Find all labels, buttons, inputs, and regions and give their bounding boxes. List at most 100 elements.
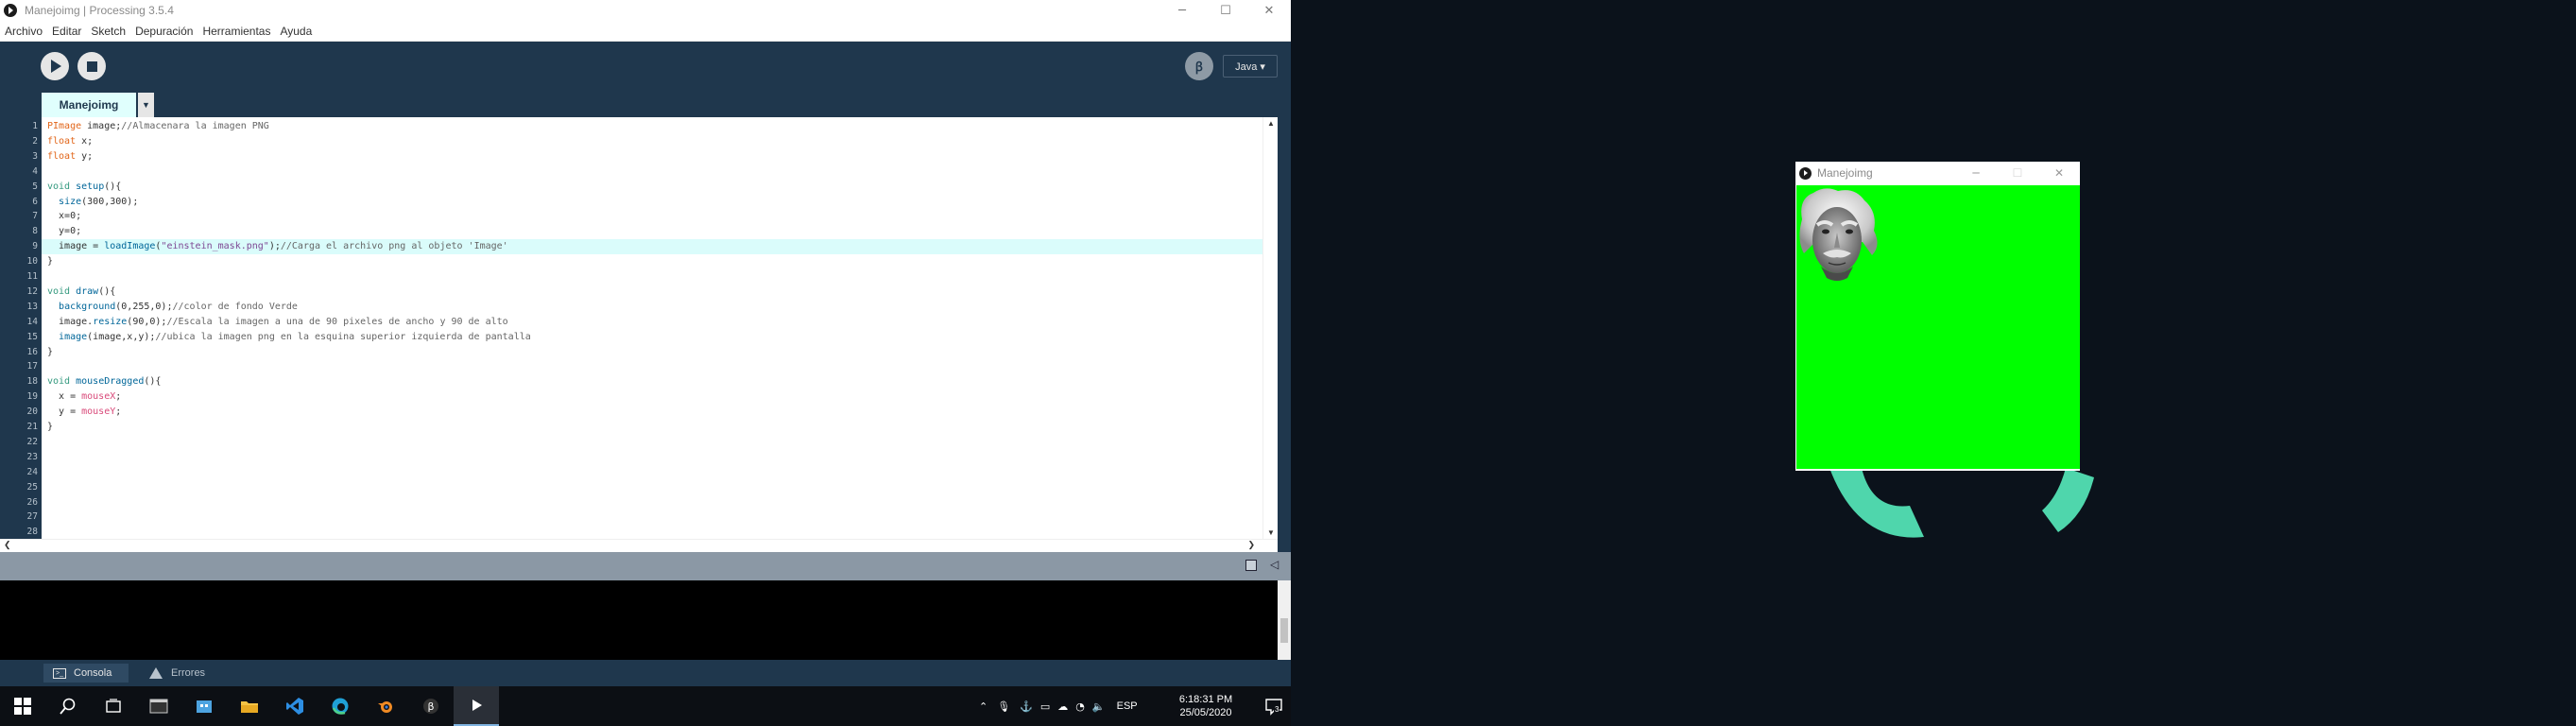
scroll-up-icon[interactable]: ▲ (1267, 119, 1275, 128)
taskbar-file-explorer[interactable] (227, 686, 272, 726)
cloud-icon[interactable]: ☁ (1057, 700, 1068, 713)
code-line[interactable]: x=0; (42, 209, 1262, 224)
scroll-right-icon[interactable]: ❯ (1247, 540, 1255, 550)
code-line[interactable] (42, 525, 1262, 540)
maximize-button[interactable]: ☐ (1204, 0, 1247, 21)
code-line[interactable]: size(300,300); (42, 195, 1262, 210)
code-line[interactable]: y = mouseY; (42, 405, 1262, 420)
taskbar-blender[interactable] (363, 686, 408, 726)
code-line[interactable] (42, 269, 1262, 285)
code-line[interactable]: void mouseDragged(){ (42, 374, 1262, 389)
code-token: //Escala la imagen a una de 90 pixeles d… (166, 316, 508, 327)
debugger-icon: ꞵ (1194, 60, 1204, 74)
menu-archivo[interactable]: Archivo (4, 25, 43, 38)
code-line[interactable] (42, 164, 1262, 180)
start-button[interactable] (0, 686, 45, 726)
code-line[interactable] (42, 435, 1262, 450)
collapse-icon[interactable]: ◁ (1270, 558, 1279, 571)
menu-herramientas[interactable]: Herramientas (201, 25, 271, 38)
console-divider[interactable]: ◁ (0, 552, 1291, 580)
code-line[interactable]: PImage image;//Almacenara la imagen PNG (42, 119, 1262, 134)
debug-button[interactable]: ꞵ (1185, 52, 1213, 80)
code-line[interactable]: } (42, 345, 1262, 360)
code-editor[interactable]: 1 2 3 4 5 6 7 8 9 10 11 12 13 14 15 16 17 18 19 20 21 22 23 24 2… (0, 117, 1291, 552)
code-line[interactable]: float y; (42, 149, 1262, 164)
code-line[interactable]: void draw(){ (42, 285, 1262, 300)
sketch-canvas[interactable] (1796, 185, 2080, 469)
code-line[interactable]: } (42, 254, 1262, 269)
sketch-titlebar: Manejoimg ─ ☐ ✕ (1795, 162, 2080, 184)
menu-ayuda[interactable]: Ayuda (279, 25, 313, 38)
code-token: background (59, 301, 116, 312)
tab-consola[interactable]: >_ Consola (43, 664, 129, 683)
taskbar-edge[interactable] (318, 686, 363, 726)
tab-manejoimg[interactable]: Manejoimg (42, 93, 136, 117)
taskbar-processing-debug[interactable]: β (408, 686, 454, 726)
code-line[interactable]: background(0,255,0);//color de fondo Ver… (42, 300, 1262, 315)
scroll-left-icon[interactable]: ❮ (4, 540, 11, 550)
editor-vertical-scrollbar[interactable]: ▲ ▼ (1262, 117, 1278, 539)
taskbar-store[interactable] (181, 686, 227, 726)
task-view-button[interactable] (91, 686, 136, 726)
wifi-icon[interactable]: ◔ (1075, 700, 1085, 713)
code-line[interactable]: void setup(){ (42, 180, 1262, 195)
mode-selector[interactable]: Java ▾ (1223, 55, 1278, 78)
code-line[interactable] (42, 465, 1262, 480)
code-line[interactable]: image.resize(90,0);//Escala la imagen a … (42, 315, 1262, 330)
code-line[interactable] (42, 450, 1262, 465)
line-number: 23 (26, 451, 38, 462)
scroll-down-icon[interactable]: ▼ (1267, 528, 1275, 537)
taskbar-terminal[interactable] (136, 686, 181, 726)
code-line[interactable]: x = mouseX; (42, 389, 1262, 405)
code-line[interactable] (42, 495, 1262, 510)
tray-chevron-icon[interactable]: ⌃ (979, 700, 987, 713)
menu-depuracion[interactable]: Depuración (134, 25, 194, 38)
stop-button[interactable] (77, 52, 106, 80)
network-activity-icon[interactable]: ⚓ (1020, 700, 1033, 713)
sketch-window-title: Manejoimg (1817, 166, 1873, 180)
tab-errores[interactable]: Errores (149, 664, 205, 683)
code-line[interactable]: float x; (42, 134, 1262, 149)
code-line[interactable] (42, 510, 1262, 525)
sketch-close-button[interactable]: ✕ (2038, 162, 2080, 184)
console-tab-bar: >_ Consola Errores (0, 660, 1291, 686)
editor-horizontal-scrollbar[interactable]: ❮ ❯ (0, 539, 1278, 552)
taskbar-clock[interactable]: 6:18:31 PM 25/05/2020 (1170, 693, 1242, 719)
battery-icon[interactable]: ▭ (1040, 700, 1050, 713)
stop-icon (86, 60, 97, 72)
tab-menu-button[interactable]: ▼ (138, 93, 154, 117)
taskbar-vscode[interactable] (272, 686, 318, 726)
language-indicator[interactable]: ESP (1117, 700, 1138, 712)
sketch-minimize-button[interactable]: ─ (1955, 162, 1997, 184)
code-token: mouseX (81, 391, 116, 403)
code-line[interactable]: image(image,x,y);//ubica la imagen png e… (42, 330, 1262, 345)
sketch-maximize-button[interactable]: ☐ (1997, 162, 2038, 184)
minimize-button[interactable]: ─ (1160, 0, 1204, 21)
window-titlebar: Manejoimg | Processing 3.5.4 ─ ☐ ✕ (0, 0, 1291, 21)
taskbar-processing[interactable] (454, 686, 499, 726)
code-line[interactable]: y=0; (42, 224, 1262, 239)
code-area[interactable]: PImage image;//Almacenara la imagen PNG f… (42, 117, 1262, 539)
copy-icon[interactable] (1245, 560, 1257, 571)
run-button[interactable] (41, 52, 69, 80)
search-button[interactable] (45, 686, 91, 726)
console-output (0, 580, 1291, 660)
microphone-icon[interactable]: 🎙 (997, 700, 1010, 713)
code-line[interactable] (42, 480, 1262, 495)
line-number: 1 (32, 121, 38, 131)
console-scrollbar[interactable] (1278, 580, 1291, 660)
close-button[interactable]: ✕ (1247, 0, 1291, 21)
einstein-face-image[interactable] (1796, 185, 1881, 289)
notification-center-button[interactable]: 3 (1264, 697, 1283, 716)
edge-icon (332, 698, 349, 715)
line-number: 9 (32, 241, 38, 252)
code-line[interactable]: } (42, 420, 1262, 435)
menu-sketch[interactable]: Sketch (90, 25, 127, 38)
editor-right-margin (1278, 117, 1291, 552)
code-line[interactable] (42, 359, 1262, 374)
line-number: 12 (26, 285, 38, 297)
code-line[interactable]: image = loadImage("einstein_mask.png");/… (42, 239, 1262, 255)
menu-editar[interactable]: Editar (51, 25, 82, 38)
volume-icon[interactable]: 🔈 (1092, 700, 1106, 713)
console-scroll-thumb[interactable] (1280, 618, 1288, 643)
